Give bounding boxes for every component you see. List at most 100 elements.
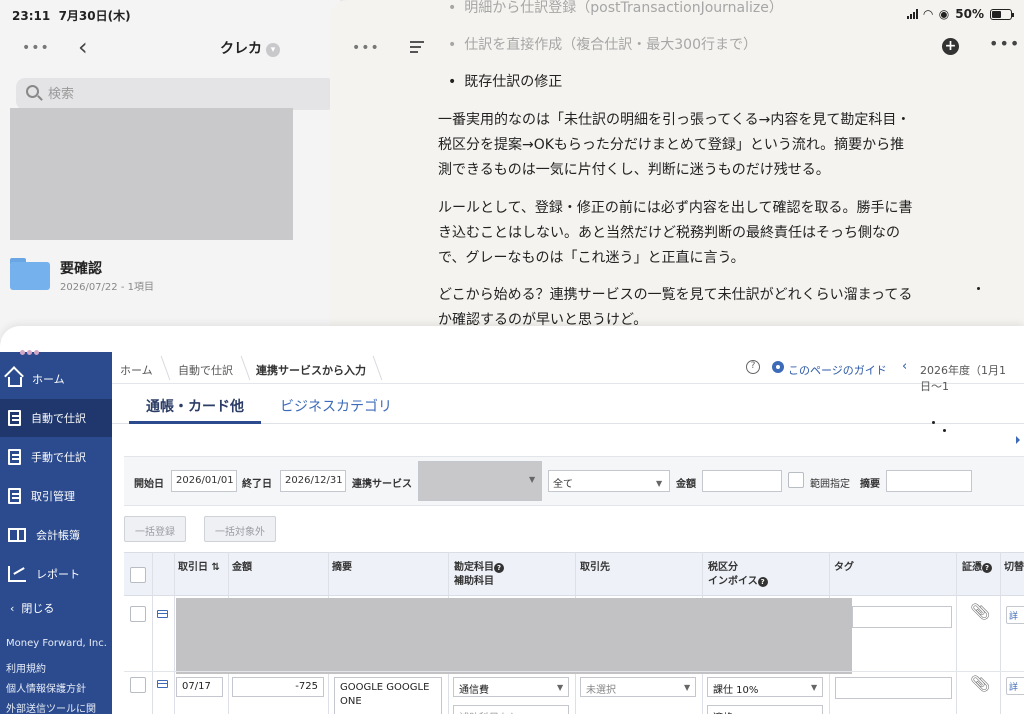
col-account: 勘定科目? 補助科目 [454, 561, 504, 589]
chevron-down-icon: ▼ [684, 683, 691, 692]
filter-bar: 開始日 2026/01/01 終了日 2026/12/31 連携サービス ▼ 全… [124, 456, 1024, 506]
notes-app: ••• ‹ クレカ▾ 要確認 2026/07/22 - 1項目 [0, 0, 340, 340]
chevron-left-icon[interactable]: ‹ [902, 359, 907, 374]
bullet-item: 仕訳を直接作成（複合仕訳・最大300行まで） [448, 34, 757, 54]
guide-link[interactable]: このページのガイド [788, 362, 887, 378]
chat-paragraph: 一番実用的なのは「未仕訳の明細を引っ張ってくる→内容を見て勘定科目・税区分を提案… [438, 112, 911, 178]
col-date[interactable]: 取引日 ⇅ [178, 561, 220, 575]
sidebar-close[interactable]: ‹ 閉じる [10, 600, 54, 616]
back-chevron-icon[interactable]: ‹ [78, 33, 88, 61]
ledger-icon [8, 528, 26, 542]
col-tag: タグ [834, 562, 854, 573]
top-bar: ホーム 自動で仕訳 連携サービスから入力 ? このページのガイド ‹ 2026年… [112, 352, 1024, 393]
memo-textarea[interactable]: GOOGLE GOOGLE ONE [334, 677, 442, 714]
date-input[interactable]: 07/17 [176, 677, 223, 697]
footer-link-privacy[interactable]: 個人情報保護方針 [6, 680, 86, 695]
help-icon: ? [494, 563, 504, 573]
breadcrumb-auto-journal[interactable]: 自動で仕訳 [178, 362, 233, 378]
chevron-down-icon: ▼ [811, 683, 818, 692]
chevron-down-icon: ▾ [266, 43, 280, 57]
sidebar-item-transactions[interactable]: 取引管理 [0, 477, 112, 515]
more-dots-icon[interactable]: ••• [352, 40, 380, 56]
search-icon [26, 85, 39, 98]
range-checkbox[interactable] [788, 472, 804, 488]
new-chat-icon[interactable]: + [942, 38, 959, 55]
select-all-checkbox[interactable] [130, 567, 146, 583]
search-bar[interactable] [16, 78, 336, 110]
start-date-input[interactable]: 2026/01/01 [171, 470, 237, 492]
footer-company: Money Forward, Inc. [6, 638, 107, 649]
folder-item[interactable]: 要確認 2026/07/22 - 1項目 [0, 252, 340, 302]
row-checkbox[interactable] [130, 677, 146, 693]
status-time: 23:11 7月30日(木) [12, 9, 131, 23]
bulk-exclude-button[interactable]: 一括対象外 [204, 516, 276, 542]
folder-name: 要確認 [60, 261, 102, 277]
folder-meta: 2026/07/22 - 1項目 [60, 282, 154, 293]
guide-icon[interactable] [772, 361, 784, 373]
chevron-left-icon: ‹ [10, 602, 15, 615]
invoice-select[interactable]: 適格 [707, 705, 823, 714]
home-icon [8, 377, 22, 387]
sidebar-item-manual-journal[interactable]: 手動で仕訳 [0, 438, 112, 476]
chat-app: ••• + ••• 明細から仕訳登録（postTransactionJourna… [330, 0, 1024, 340]
detail-button[interactable]: 詳 [1006, 677, 1024, 695]
col-partner: 取引先 [580, 562, 610, 573]
tab-bank-card[interactable]: 通帳・カード他 [146, 396, 244, 416]
help-icon[interactable]: ? [746, 360, 760, 374]
paperclip-icon[interactable]: 📎︎ [970, 674, 990, 693]
col-amount: 金額 [232, 562, 252, 573]
bulk-register-button[interactable]: 一括登録 [124, 516, 186, 542]
paperclip-icon[interactable]: 📎︎ [970, 602, 990, 621]
sidebar: ホーム 自動で仕訳 手動で仕訳 取引管理 会計帳簿 レポート ‹ 閉じる Mon… [0, 352, 112, 714]
folder-icon [10, 258, 50, 290]
row-checkbox[interactable] [130, 606, 146, 622]
footer-link-external[interactable]: 外部送信ツールに関 [6, 700, 96, 714]
tab-business-category[interactable]: ビジネスカテゴリ [280, 396, 392, 416]
detail-button[interactable]: 詳 [1006, 606, 1024, 624]
sidebar-item-home[interactable]: ホーム [0, 360, 112, 398]
amount-input[interactable] [702, 470, 782, 492]
search-input[interactable] [48, 84, 308, 104]
tabs: 通帳・カード他 ビジネスカテゴリ [112, 384, 1024, 424]
partner-select[interactable]: 未選択 [580, 677, 696, 697]
battery-percent: 50% [955, 7, 984, 21]
chat-paragraph: ルールとして、登録・修正の前には必ず内容を出して確認を取る。勝手に書き込むことは… [438, 200, 913, 266]
col-memo: 摘要 [332, 562, 352, 573]
status-bar: 23:11 7月30日(木) ◠ ◉ 50% [0, 0, 1024, 28]
sub-account-select[interactable]: 補助科目なし [453, 705, 569, 714]
cellular-signal-icon [906, 9, 918, 19]
col-receipt: 証憑? [962, 561, 992, 575]
col-switch: 切替 [1004, 562, 1024, 573]
tag-input[interactable] [852, 606, 952, 628]
auto-journal-icon [8, 410, 21, 426]
breadcrumb-home[interactable]: ホーム [120, 362, 153, 378]
scroll-right-icon[interactable] [1016, 436, 1020, 444]
account-select[interactable]: 通信費 [453, 677, 569, 697]
menu-icon[interactable] [410, 41, 424, 56]
tag-input[interactable] [835, 677, 952, 699]
sidebar-item-ledger[interactable]: 会計帳簿 [0, 516, 112, 554]
service-select[interactable] [418, 461, 542, 501]
sidebar-item-auto-journal[interactable]: 自動で仕訳 [0, 399, 112, 437]
notes-title[interactable]: クレカ ▾ [220, 38, 280, 58]
type-select[interactable]: 全て [548, 470, 670, 492]
amount-input[interactable]: -725 [232, 677, 324, 697]
wifi-icon: ◠ [923, 7, 933, 21]
footer-link-terms[interactable]: 利用規約 [6, 660, 46, 675]
more-dots-icon[interactable]: ••• [22, 40, 50, 56]
tax-select[interactable]: 課仕 10% [707, 677, 823, 697]
manual-journal-icon [8, 449, 21, 465]
window-dots-icon[interactable] [20, 350, 39, 355]
help-icon: ? [757, 577, 768, 587]
card-icon [157, 610, 168, 618]
accounting-app: ホーム 自動で仕訳 手動で仕訳 取引管理 会計帳簿 レポート ‹ 閉じる Mon… [0, 326, 1024, 714]
help-icon: ? [982, 563, 992, 573]
end-date-input[interactable]: 2026/12/31 [280, 470, 346, 492]
bullet-item: 既存仕訳の修正 [448, 71, 562, 91]
sidebar-item-report[interactable]: レポート [0, 555, 112, 593]
memo-input[interactable] [886, 470, 972, 492]
breadcrumb-current: 連携サービスから入力 [256, 364, 366, 377]
more-icon[interactable]: ••• [989, 34, 1020, 53]
chevron-down-icon: ▼ [656, 479, 663, 488]
stray-dot [977, 287, 980, 290]
